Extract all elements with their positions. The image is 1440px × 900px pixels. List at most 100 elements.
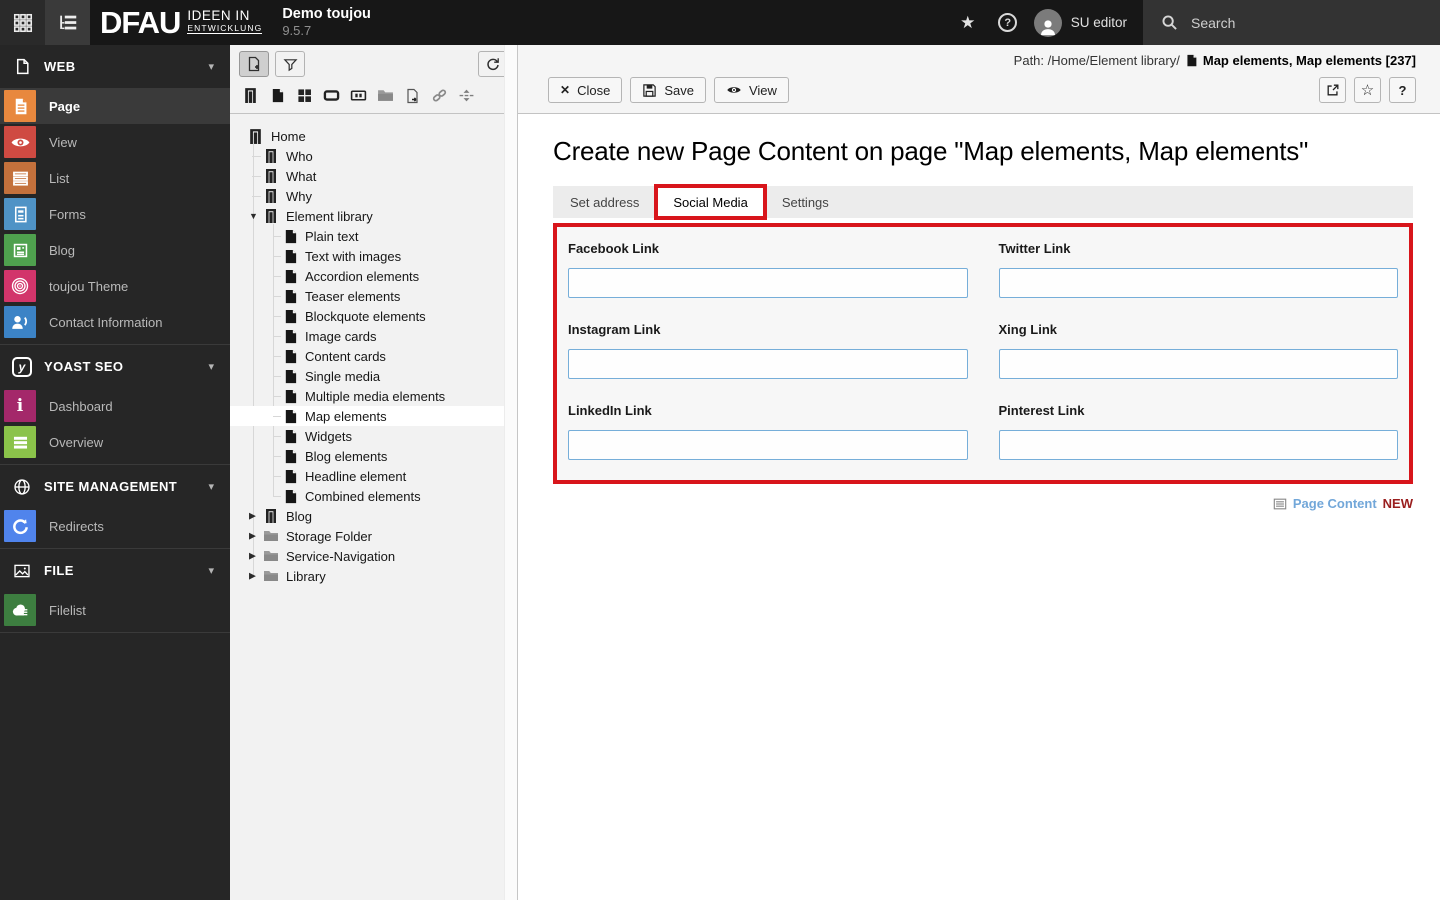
mountpoint-page-icon[interactable] [350, 87, 367, 104]
page-icon [283, 489, 298, 504]
doc-help-button[interactable]: ? [1389, 77, 1416, 103]
sidebar-item-blog[interactable]: Blog [0, 232, 230, 268]
folder-icon[interactable] [377, 87, 394, 104]
separator-icon[interactable] [458, 87, 475, 104]
sidebar-item-toujou-theme[interactable]: toujou Theme [0, 268, 230, 304]
tree-item-combined-elements[interactable]: Combined elements [230, 486, 517, 506]
site-name: Demo toujou [282, 6, 371, 23]
pinterest-link-input[interactable] [998, 430, 1398, 460]
tree-item-single-media[interactable]: Single media [230, 366, 517, 386]
sidebar-item-overview[interactable]: Overview [0, 424, 230, 460]
expand-arrow-icon[interactable]: ▶ [249, 570, 256, 581]
tree-item-home[interactable]: Home [230, 126, 517, 146]
sidebar-item-list[interactable]: List [0, 160, 230, 196]
doc-body: Create new Page Content on page "Map ele… [518, 114, 1440, 511]
instagram-link-input[interactable] [568, 349, 968, 379]
link-icon[interactable] [431, 87, 448, 104]
new-page-button[interactable] [239, 51, 269, 77]
door-page-icon [247, 128, 264, 145]
tree-item-storage-folder[interactable]: ▶ Storage Folder [230, 526, 517, 546]
search-icon [1162, 15, 1177, 30]
bookmark-star-button[interactable]: ★ [948, 0, 988, 45]
sidebar-item-filelist[interactable]: Filelist [0, 592, 230, 628]
view-button[interactable]: View [713, 77, 789, 103]
section-header-site-management[interactable]: SITE MANAGEMENT ▾ [0, 465, 230, 508]
linkedin-link-input[interactable] [568, 430, 968, 460]
door-page-icon [263, 168, 279, 184]
user-menu[interactable]: SU editor [1028, 0, 1143, 45]
pagetree-toggle-button[interactable] [45, 0, 90, 45]
tab-settings[interactable]: Settings [765, 186, 846, 218]
tree-item-multiple-media-elements[interactable]: Multiple media elements [230, 386, 517, 406]
tree-item-library[interactable]: ▶ Library [230, 566, 517, 586]
tree-item-image-cards[interactable]: Image cards [230, 326, 517, 346]
open-in-new-window-button[interactable] [1319, 77, 1346, 103]
refresh-icon [487, 58, 499, 71]
top-bar: DFAU IDEEN IN ENTWICKLUNG Demo toujou 9.… [0, 0, 1440, 45]
tree-item-widgets[interactable]: Widgets [230, 426, 517, 446]
tree-item-teaser-elements[interactable]: Teaser elements [230, 286, 517, 306]
yoast-section-icon: y [0, 356, 44, 377]
tree-item-blog-page[interactable]: ▶ Blog [230, 506, 517, 526]
sidebar-item-redirects[interactable]: Redirects [0, 508, 230, 544]
help-button[interactable]: ? [988, 0, 1028, 45]
tree-item-text-with-images[interactable]: Text with images [230, 246, 517, 266]
door-page-icon[interactable] [242, 87, 259, 104]
global-search[interactable]: Search [1143, 0, 1440, 45]
field-linkedin-link: LinkedIn Link [568, 403, 968, 460]
sidebar-item-forms[interactable]: Forms [0, 196, 230, 232]
tab-social-media[interactable]: Social Media [654, 184, 767, 220]
folder-icon [263, 548, 279, 564]
breadcrumb: Path: /Home/Element library/ Map element… [542, 53, 1416, 68]
shortcut-page-icon[interactable] [323, 87, 340, 104]
tree-item-element-library[interactable]: ▼ Element library [230, 206, 517, 226]
tree-item-content-cards[interactable]: Content cards [230, 346, 517, 366]
sidebar-item-contact-information[interactable]: Contact Information [0, 304, 230, 340]
sidebar-item-page[interactable]: Page [0, 88, 230, 124]
tree-item-blockquote-elements[interactable]: Blockquote elements [230, 306, 517, 326]
field-twitter-link: Twitter Link [998, 241, 1398, 298]
site-info: Demo toujou 9.5.7 [282, 5, 371, 39]
save-button[interactable]: Save [630, 77, 706, 103]
redirects-icon [4, 510, 36, 542]
logo-text: DFAU [100, 4, 181, 40]
tree-item-blog-elements[interactable]: Blog elements [230, 446, 517, 466]
twitter-link-input[interactable] [998, 268, 1398, 298]
bookmark-button[interactable]: ☆ [1354, 77, 1381, 103]
tree-item-why[interactable]: Why [230, 186, 517, 206]
modules-grid-button[interactable] [0, 0, 45, 45]
expand-arrow-icon[interactable]: ▶ [249, 530, 256, 541]
page-icon [283, 429, 298, 444]
tree-item-what[interactable]: What [230, 166, 517, 186]
folder-icon [263, 528, 279, 544]
section-header-file[interactable]: FILE ▾ [0, 549, 230, 592]
expand-arrow-icon[interactable]: ▶ [249, 510, 256, 521]
door-page-icon [263, 508, 279, 524]
grid-page-icon[interactable] [296, 87, 313, 104]
new-badge: NEW [1382, 496, 1413, 511]
filter-button[interactable] [275, 51, 305, 77]
tree-scrollbar[interactable] [504, 45, 517, 900]
tree-item-headline-element[interactable]: Headline element [230, 466, 517, 486]
section-header-web[interactable]: WEB ▾ [0, 45, 230, 88]
xing-link-input[interactable] [998, 349, 1398, 379]
tree-list-icon [59, 15, 76, 29]
close-button[interactable]: ✕ Close [548, 77, 623, 103]
sidebar-item-dashboard[interactable]: i Dashboard [0, 388, 230, 424]
expand-arrow-icon[interactable]: ▶ [249, 550, 256, 561]
tree-item-service-navigation[interactable]: ▶ Service-Navigation [230, 546, 517, 566]
page-arrow-icon[interactable] [404, 87, 421, 104]
facebook-link-input[interactable] [568, 268, 968, 298]
tab-set-address[interactable]: Set address [553, 186, 656, 218]
close-icon: ✕ [560, 83, 571, 97]
tree-item-who[interactable]: Who [230, 146, 517, 166]
path-page: Map elements, Map elements [237] [1202, 53, 1416, 68]
sidebar-item-view[interactable]: View [0, 124, 230, 160]
collapse-arrow-icon[interactable]: ▼ [249, 211, 258, 221]
tree-item-plain-text[interactable]: Plain text [230, 226, 517, 246]
tree-item-map-elements[interactable]: Map elements [230, 406, 517, 426]
tree-toolbar [230, 45, 517, 114]
page-icon[interactable] [269, 87, 286, 104]
tree-item-accordion-elements[interactable]: Accordion elements [230, 266, 517, 286]
section-header-yoast[interactable]: y YOAST SEO ▾ [0, 345, 230, 388]
